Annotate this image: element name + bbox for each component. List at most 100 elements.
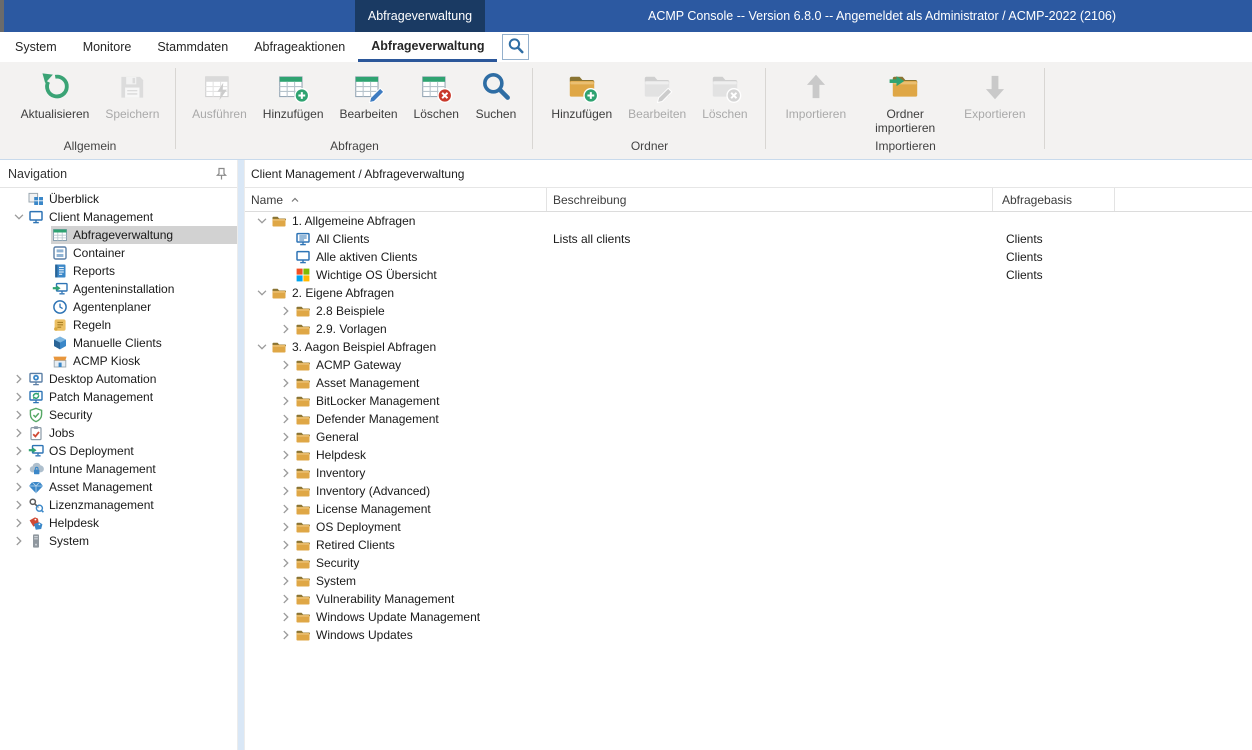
- menu-item-monitore[interactable]: Monitore: [70, 32, 145, 62]
- ribbon-abfragen-hinzufuegen-button[interactable]: Hinzufügen: [255, 67, 332, 121]
- chevron-right-icon[interactable]: [10, 533, 27, 549]
- table-row-all-clients[interactable]: All ClientsLists all clientsClients: [245, 230, 1252, 248]
- chevron-right-icon[interactable]: [277, 393, 294, 409]
- ribbon-abfragen-loeschen-button[interactable]: Löschen: [406, 67, 467, 121]
- chevron-right-icon[interactable]: [277, 627, 294, 643]
- table-row-2-8-beispiele[interactable]: 2.8 Beispiele: [245, 302, 1252, 320]
- table-row-alle-aktiven-clients[interactable]: Alle aktiven ClientsClients: [245, 248, 1252, 266]
- chevron-down-icon[interactable]: [10, 209, 27, 225]
- chevron-right-icon[interactable]: [10, 443, 27, 459]
- ribbon-importieren-ordner-importieren-button[interactable]: Ordner importieren: [854, 67, 956, 135]
- panel-splitter[interactable]: [237, 160, 245, 750]
- table-row-defender-management[interactable]: Defender Management: [245, 410, 1252, 428]
- table-row-windows-update-management[interactable]: Windows Update Management: [245, 608, 1252, 626]
- chevron-right-icon[interactable]: [277, 447, 294, 463]
- nav-item-agenteninstallation[interactable]: Agenteninstallation: [0, 280, 237, 298]
- nav-item-inner: Abfrageverwaltung: [51, 226, 237, 244]
- ribbon-ordner-hinzufuegen-button[interactable]: Hinzufügen: [543, 67, 620, 121]
- chevron-right-icon[interactable]: [277, 609, 294, 625]
- chevron-right-icon[interactable]: [277, 483, 294, 499]
- ribbon-allgemein-aktualisieren-button[interactable]: Aktualisieren: [13, 67, 98, 121]
- nav-item-manuelle-clients[interactable]: Manuelle Clients: [0, 334, 237, 352]
- nav-item-helpdesk[interactable]: Helpdesk: [0, 514, 237, 532]
- table-row-asset-management[interactable]: Asset Management: [245, 374, 1252, 392]
- nav-item-lizenzmanagement[interactable]: Lizenzmanagement: [0, 496, 237, 514]
- nav-item-desktop-automation[interactable]: Desktop Automation: [0, 370, 237, 388]
- table-row-2-eigene-abfragen[interactable]: 2. Eigene Abfragen: [245, 284, 1252, 302]
- chevron-right-icon[interactable]: [10, 497, 27, 513]
- table-row-3-aagon-beispiel-abfragen[interactable]: 3. Aagon Beispiel Abfragen: [245, 338, 1252, 356]
- chevron-right-icon[interactable]: [277, 411, 294, 427]
- table-row-acmp-gateway[interactable]: ACMP Gateway: [245, 356, 1252, 374]
- titlebar: Abfrageverwaltung ACMP Console -- Versio…: [0, 0, 1252, 32]
- search-large-icon: [479, 70, 513, 104]
- menu-item-stammdaten[interactable]: Stammdaten: [144, 32, 241, 62]
- chevron-right-icon[interactable]: [277, 573, 294, 589]
- table-row-bitlocker-management[interactable]: BitLocker Management: [245, 392, 1252, 410]
- chevron-down-icon[interactable]: [253, 213, 270, 229]
- chevron-right-icon[interactable]: [10, 389, 27, 405]
- folder-icon: [295, 555, 311, 571]
- nav-item-container[interactable]: Container: [0, 244, 237, 262]
- menu-item-system[interactable]: System: [2, 32, 70, 62]
- chevron-right-icon[interactable]: [277, 519, 294, 535]
- chevron-right-icon[interactable]: [277, 429, 294, 445]
- nav-item-security[interactable]: Security: [0, 406, 237, 424]
- table-row-windows-updates[interactable]: Windows Updates: [245, 626, 1252, 644]
- nav-item-intune-management[interactable]: Intune Management: [0, 460, 237, 478]
- menu-item-abfrageverwaltung[interactable]: Abfrageverwaltung: [358, 32, 497, 62]
- chevron-right-icon[interactable]: [10, 479, 27, 495]
- chevron-right-icon[interactable]: [277, 537, 294, 553]
- menu-item-abfrageaktionen[interactable]: Abfrageaktionen: [241, 32, 358, 62]
- nav-item-ueberblick[interactable]: Überblick: [0, 190, 237, 208]
- chevron-right-icon[interactable]: [10, 461, 27, 477]
- chevron-right-icon[interactable]: [10, 425, 27, 441]
- table-row-system[interactable]: System: [245, 572, 1252, 590]
- table-row-wichtige-os-uebersicht[interactable]: Wichtige OS ÜbersichtClients: [245, 266, 1252, 284]
- nav-item-abfrageverwaltung[interactable]: Abfrageverwaltung: [0, 226, 237, 244]
- chevron-right-icon[interactable]: [10, 371, 27, 387]
- pin-icon[interactable]: [213, 166, 229, 182]
- nav-item-system[interactable]: System: [0, 532, 237, 550]
- chevron-right-icon[interactable]: [277, 321, 294, 337]
- nav-item-reports[interactable]: Reports: [0, 262, 237, 280]
- chevron-right-icon[interactable]: [277, 375, 294, 391]
- table-row-2-9-vorlagen[interactable]: 2.9. Vorlagen: [245, 320, 1252, 338]
- chevron-right-icon[interactable]: [277, 357, 294, 373]
- ribbon-abfragen-bearbeiten-button[interactable]: Bearbeiten: [332, 67, 406, 121]
- menu-search-button[interactable]: [502, 34, 529, 60]
- nav-item-os-deployment[interactable]: OS Deployment: [0, 442, 237, 460]
- nav-item-agentenplaner[interactable]: Agentenplaner: [0, 298, 237, 316]
- table-row-license-management[interactable]: License Management: [245, 500, 1252, 518]
- nav-item-patch-management[interactable]: Patch Management: [0, 388, 237, 406]
- table-row-vulnerability-management[interactable]: Vulnerability Management: [245, 590, 1252, 608]
- chevron-right-icon[interactable]: [277, 501, 294, 517]
- column-header-name[interactable]: Name: [245, 188, 547, 211]
- table-row-retired-clients[interactable]: Retired Clients: [245, 536, 1252, 554]
- column-header-beschreibung[interactable]: Beschreibung: [547, 188, 993, 211]
- table-row-security[interactable]: Security: [245, 554, 1252, 572]
- table-row-inventory-advanced[interactable]: Inventory (Advanced): [245, 482, 1252, 500]
- nav-item-acmp-kiosk[interactable]: ACMP Kiosk: [0, 352, 237, 370]
- chevron-down-icon[interactable]: [253, 339, 270, 355]
- table-row-inventory[interactable]: Inventory: [245, 464, 1252, 482]
- chevron-right-icon[interactable]: [277, 555, 294, 571]
- table-row-general[interactable]: General: [245, 428, 1252, 446]
- chevron-right-icon[interactable]: [10, 407, 27, 423]
- chevron-right-icon[interactable]: [277, 303, 294, 319]
- chevron-right-icon[interactable]: [277, 465, 294, 481]
- row-name-label: Inventory: [316, 466, 365, 480]
- nav-item-regeln[interactable]: Regeln: [0, 316, 237, 334]
- table-row-1-allgemeine-abfragen[interactable]: 1. Allgemeine Abfragen: [245, 212, 1252, 230]
- nav-item-asset-management[interactable]: Asset Management: [0, 478, 237, 496]
- chevron-right-icon[interactable]: [10, 515, 27, 531]
- table-row-os-deployment[interactable]: OS Deployment: [245, 518, 1252, 536]
- column-header-abfragebasis[interactable]: Abfragebasis: [993, 188, 1115, 211]
- chevron-right-icon[interactable]: [277, 591, 294, 607]
- chevron-down-icon[interactable]: [253, 285, 270, 301]
- ribbon-abfragen-suchen-button[interactable]: Suchen: [467, 67, 525, 121]
- nav-item-client-management[interactable]: Client Management: [0, 208, 237, 226]
- table-row-helpdesk[interactable]: Helpdesk: [245, 446, 1252, 464]
- nav-item-jobs[interactable]: Jobs: [0, 424, 237, 442]
- window-edge: [0, 0, 4, 32]
